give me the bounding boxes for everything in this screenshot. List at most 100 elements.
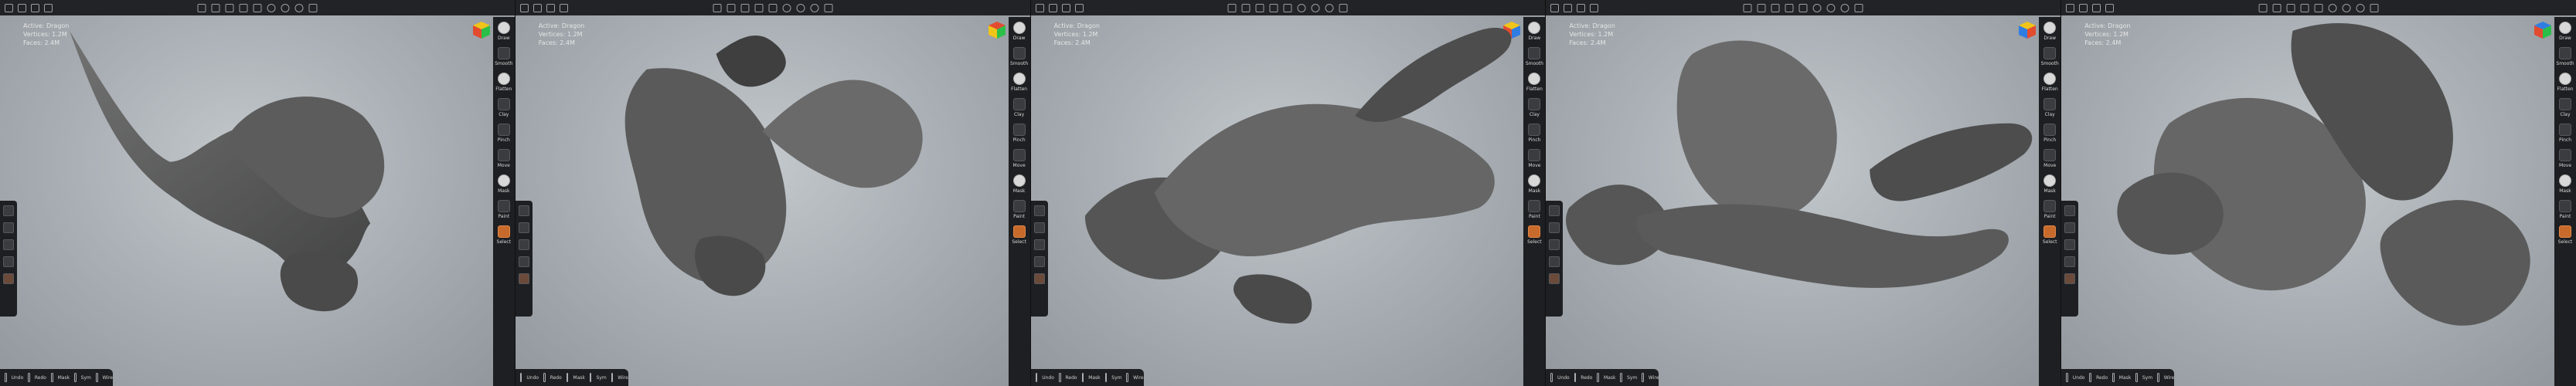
flatten-icon[interactable] xyxy=(2558,73,2571,85)
select-icon[interactable] xyxy=(2043,225,2057,238)
mask-toggle-icon[interactable] xyxy=(1081,373,1084,382)
pinch-icon[interactable] xyxy=(2558,124,2571,136)
clay-icon[interactable] xyxy=(2558,98,2571,110)
select-icon[interactable] xyxy=(497,225,510,238)
mask-toggle-icon[interactable] xyxy=(50,373,53,382)
symmetry-icon[interactable] xyxy=(2135,373,2138,382)
dragon-model[interactable] xyxy=(1031,0,1546,385)
wireframe-icon[interactable] xyxy=(95,373,98,382)
undo-icon[interactable] xyxy=(1550,373,1553,382)
radius-icon[interactable] xyxy=(518,256,529,267)
color-swatch-icon[interactable] xyxy=(2064,273,2076,284)
undo-icon[interactable] xyxy=(519,373,522,382)
symmetry-icon[interactable] xyxy=(1104,373,1108,382)
select-icon[interactable] xyxy=(1012,225,1026,238)
radius-icon[interactable] xyxy=(3,256,14,267)
flatten-icon[interactable] xyxy=(1012,73,1026,85)
symmetry-icon[interactable] xyxy=(589,373,592,382)
layers-icon[interactable] xyxy=(1549,205,1560,216)
clay-icon[interactable] xyxy=(2043,98,2057,110)
draw-icon[interactable] xyxy=(497,22,510,34)
paint-icon[interactable] xyxy=(1528,200,1541,212)
redo-icon[interactable] xyxy=(1574,373,1577,382)
clay-icon[interactable] xyxy=(1012,98,1026,110)
stroke-icon[interactable] xyxy=(1549,239,1560,250)
pinch-icon[interactable] xyxy=(2043,124,2057,136)
material-icon[interactable] xyxy=(1549,222,1560,233)
layers-icon[interactable] xyxy=(2064,205,2076,216)
mask-icon[interactable] xyxy=(1528,174,1541,187)
material-icon[interactable] xyxy=(518,222,529,233)
pinch-icon[interactable] xyxy=(497,124,510,136)
mask-toggle-icon[interactable] xyxy=(1597,373,1599,382)
material-icon[interactable] xyxy=(1033,222,1045,233)
paint-icon[interactable] xyxy=(2558,200,2571,212)
smooth-icon[interactable] xyxy=(1528,47,1541,59)
draw-icon[interactable] xyxy=(1528,22,1541,34)
draw-icon[interactable] xyxy=(1012,22,1026,34)
clay-icon[interactable] xyxy=(497,98,510,110)
radius-icon[interactable] xyxy=(2064,256,2076,267)
color-swatch-icon[interactable] xyxy=(518,273,529,284)
mask-icon[interactable] xyxy=(1012,174,1026,187)
stroke-icon[interactable] xyxy=(518,239,529,250)
wireframe-icon[interactable] xyxy=(1642,373,1644,382)
dragon-model[interactable] xyxy=(2061,0,2576,385)
paint-icon[interactable] xyxy=(2043,200,2057,212)
undo-icon[interactable] xyxy=(2066,373,2068,382)
dragon-model[interactable] xyxy=(516,0,1030,385)
viewport-panel[interactable]: Active: Dragon Vertices: 1.2M Faces: 2.4… xyxy=(1030,0,1547,386)
move-icon[interactable] xyxy=(1012,149,1026,161)
draw-icon[interactable] xyxy=(2558,22,2571,34)
material-icon[interactable] xyxy=(3,222,14,233)
smooth-icon[interactable] xyxy=(2043,47,2057,59)
mask-toggle-icon[interactable] xyxy=(566,373,569,382)
flatten-icon[interactable] xyxy=(497,73,510,85)
stroke-icon[interactable] xyxy=(3,239,14,250)
move-icon[interactable] xyxy=(1528,149,1541,161)
redo-icon[interactable] xyxy=(1058,373,1061,382)
dragon-model[interactable] xyxy=(1546,0,2060,385)
symmetry-icon[interactable] xyxy=(1620,373,1623,382)
paint-icon[interactable] xyxy=(497,200,510,212)
pinch-icon[interactable] xyxy=(1012,124,1026,136)
select-icon[interactable] xyxy=(1528,225,1541,238)
color-swatch-icon[interactable] xyxy=(3,273,14,284)
flatten-icon[interactable] xyxy=(1528,73,1541,85)
redo-icon[interactable] xyxy=(543,373,546,382)
layers-icon[interactable] xyxy=(518,205,529,216)
color-swatch-icon[interactable] xyxy=(1549,273,1560,284)
move-icon[interactable] xyxy=(2043,149,2057,161)
mask-icon[interactable] xyxy=(497,174,510,187)
wireframe-icon[interactable] xyxy=(1126,373,1129,382)
layers-icon[interactable] xyxy=(3,205,14,216)
symmetry-icon[interactable] xyxy=(74,373,77,382)
smooth-icon[interactable] xyxy=(497,47,510,59)
select-icon[interactable] xyxy=(2558,225,2571,238)
wireframe-icon[interactable] xyxy=(2157,373,2159,382)
mask-toggle-icon[interactable] xyxy=(2112,373,2115,382)
paint-icon[interactable] xyxy=(1012,200,1026,212)
move-icon[interactable] xyxy=(2558,149,2571,161)
stroke-icon[interactable] xyxy=(1033,239,1045,250)
radius-icon[interactable] xyxy=(1033,256,1045,267)
viewport-panel[interactable]: Active: Dragon Vertices: 1.2M Faces: 2.4… xyxy=(1546,0,2062,386)
undo-icon[interactable] xyxy=(1035,373,1038,382)
clay-icon[interactable] xyxy=(1528,98,1541,110)
redo-icon[interactable] xyxy=(2089,373,2092,382)
wireframe-icon[interactable] xyxy=(611,373,614,382)
undo-icon[interactable] xyxy=(5,373,7,382)
pinch-icon[interactable] xyxy=(1528,124,1541,136)
layers-icon[interactable] xyxy=(1033,205,1045,216)
move-icon[interactable] xyxy=(497,149,510,161)
radius-icon[interactable] xyxy=(1549,256,1560,267)
draw-icon[interactable] xyxy=(2043,22,2057,34)
smooth-icon[interactable] xyxy=(1012,47,1026,59)
redo-icon[interactable] xyxy=(28,373,30,382)
mask-icon[interactable] xyxy=(2558,174,2571,187)
dragon-model[interactable] xyxy=(0,0,515,385)
viewport-panel[interactable]: Active: Dragon Vertices: 1.2M Faces: 2.4… xyxy=(2061,0,2576,386)
material-icon[interactable] xyxy=(2064,222,2076,233)
smooth-icon[interactable] xyxy=(2558,47,2571,59)
mask-icon[interactable] xyxy=(2043,174,2057,187)
